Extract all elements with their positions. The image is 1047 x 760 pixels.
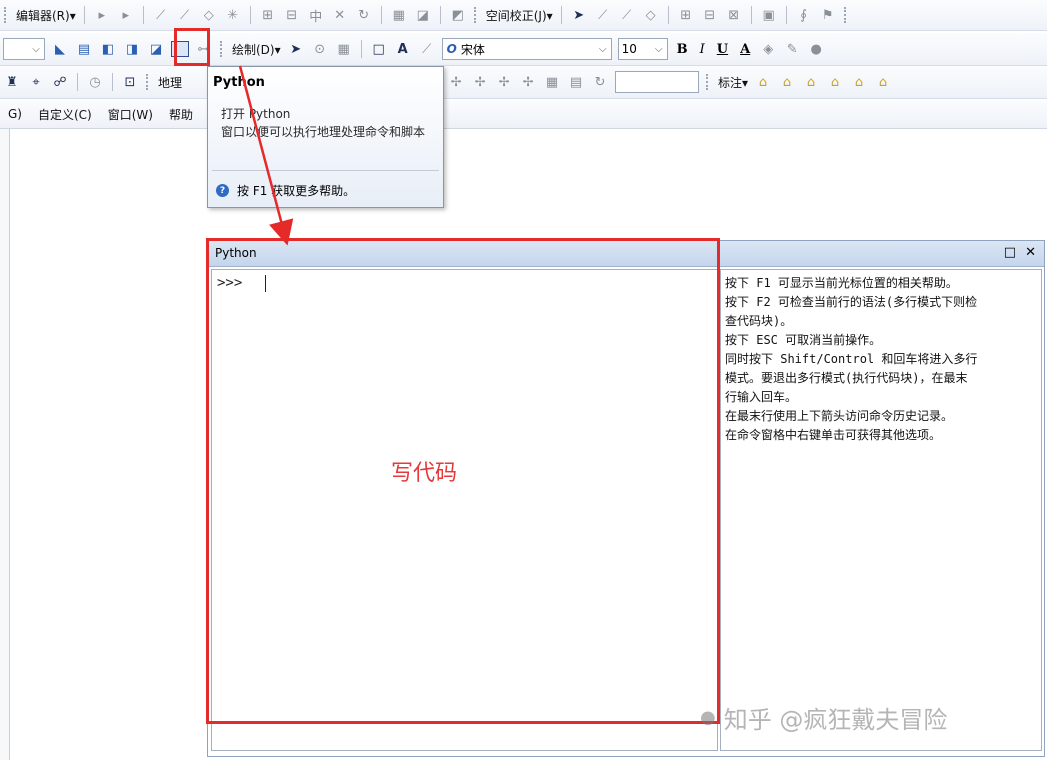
watermark-text: 知乎 @疯狂戴夫冒险 — [723, 706, 948, 734]
write-code-note: 写代码 — [391, 461, 458, 486]
zhihu-logo-icon: ● — [700, 707, 716, 728]
annotation-arrow — [238, 65, 294, 246]
watermark: ● 知乎 @疯狂戴夫冒险 — [700, 700, 947, 735]
